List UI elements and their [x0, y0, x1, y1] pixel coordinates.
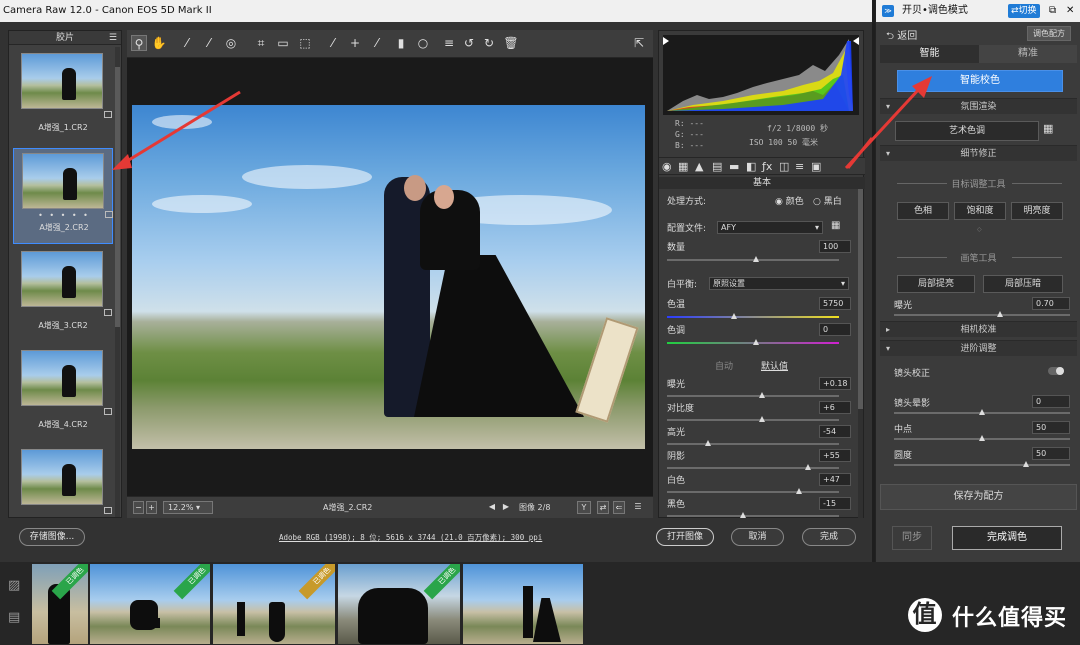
sync-button[interactable]: 同步	[892, 526, 932, 550]
bottom-thumbnail-strip: ▨ ▤ 已调色 已调色 已调色 已调色 值 什么值得买	[0, 562, 1080, 645]
preset-button[interactable]: 调色配方	[1027, 26, 1071, 41]
camera-raw-window: Camera Raw 12.0 - Canon EOS 5D Mark II 胶…	[0, 0, 872, 562]
midpoint-value[interactable]: 50	[1032, 421, 1070, 434]
red-arrow-left	[123, 90, 241, 165]
red-arrow-right	[844, 86, 922, 170]
strip-thumbnail[interactable]	[463, 564, 583, 644]
lens-correction-toggle[interactable]	[1048, 367, 1064, 375]
roundness-slider[interactable]	[894, 461, 1070, 467]
finish-color-button[interactable]: 完成调色	[952, 526, 1062, 550]
section-camera-calibration[interactable]: ▸ 相机校准	[880, 321, 1077, 337]
chevron-down-icon: ▾	[886, 344, 891, 353]
popout-icon[interactable]: ⧉	[1049, 0, 1056, 22]
drag-handle-icon[interactable]: ◇	[977, 226, 982, 233]
annotation-arrow-right	[844, 76, 932, 170]
lightness-button[interactable]: 明亮度	[1011, 202, 1063, 220]
midpoint-label: 中点	[894, 425, 913, 435]
image-icon[interactable]: ▨	[8, 578, 20, 593]
save-preset-button[interactable]: 保存为配方	[880, 484, 1077, 510]
hue-button[interactable]: 色相	[897, 202, 949, 220]
tab-smart[interactable]: 智能	[880, 45, 979, 63]
roundness-value[interactable]: 50	[1032, 447, 1070, 460]
lens-vignette-value[interactable]: 0	[1032, 395, 1070, 408]
edited-ribbon: 已调色	[298, 564, 335, 600]
lens-correction-label: 镜头校正	[894, 369, 931, 379]
back-button[interactable]: ⮌ 返回	[886, 27, 917, 46]
section-advanced[interactable]: ▾ 进阶调整	[880, 340, 1077, 356]
saturation-button[interactable]: 饱和度	[954, 202, 1006, 220]
strip-thumbnail[interactable]: 已调色	[90, 564, 210, 644]
watermark-text: 什么值得买	[952, 606, 1068, 631]
close-icon[interactable]: ✕	[1066, 0, 1074, 22]
watermark-logo-icon: 值	[908, 598, 942, 632]
switch-mode-button[interactable]: ⇄切换	[1008, 4, 1040, 18]
roundness-label: 圆度	[894, 451, 913, 461]
annotation-arrows	[112, 90, 872, 170]
edited-ribbon: 已调色	[423, 564, 460, 600]
midpoint-slider[interactable]	[894, 435, 1070, 441]
strip-thumbnail[interactable]: 已调色	[338, 564, 460, 644]
red-arrow-left-head	[112, 154, 132, 170]
local-brighten-button[interactable]: 局部提亮	[897, 275, 975, 293]
folder-icon[interactable]: ▤	[8, 610, 20, 625]
exposure-label: 曝光	[894, 301, 913, 311]
lens-vignette-slider[interactable]	[894, 409, 1070, 415]
plugin-title: 开贝•调色模式	[902, 5, 968, 16]
tab-precise[interactable]: 精准	[979, 45, 1077, 63]
edited-ribbon: 已调色	[173, 564, 210, 600]
local-darken-button[interactable]: 局部压暗	[983, 275, 1063, 293]
grid-icon[interactable]: ▦	[1043, 122, 1053, 135]
lens-vignette-label: 镜头晕影	[894, 399, 931, 409]
strip-thumbnail[interactable]: 已调色	[32, 564, 88, 644]
exposure-slider[interactable]	[894, 311, 1070, 317]
exposure-value[interactable]: 0.70	[1032, 297, 1070, 310]
strip-thumbnail[interactable]: 已调色	[213, 564, 335, 644]
plugin-titlebar: ≫ 开贝•调色模式 ⇄切换 ⧉ ✕	[876, 0, 1080, 22]
plugin-logo-icon: ≫	[882, 5, 894, 17]
chevron-right-icon: ▸	[886, 325, 891, 334]
